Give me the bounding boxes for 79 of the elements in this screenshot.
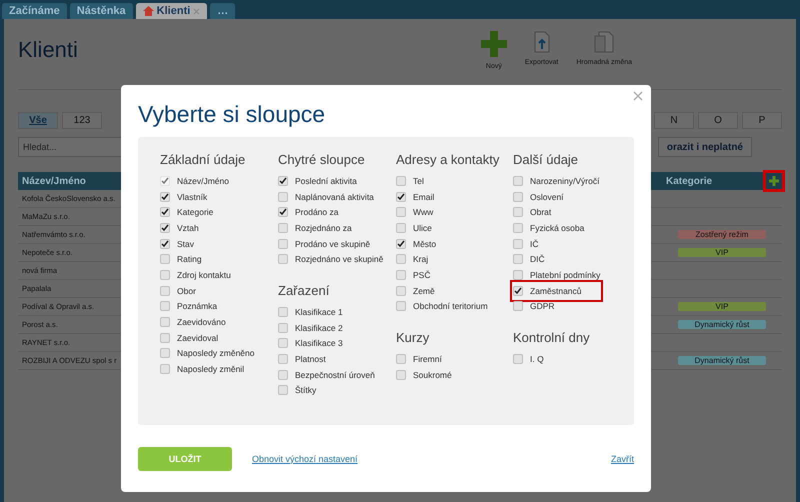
column-option[interactable]: Zdroj kontaktu (160, 267, 231, 283)
tab[interactable]: Nástěnka (70, 3, 133, 19)
column-option[interactable]: Vlastník (160, 188, 208, 204)
column-option[interactable]: Vztah (160, 220, 199, 236)
close-icon[interactable] (633, 91, 643, 101)
column-option[interactable]: Kraj (396, 251, 428, 268)
column-option[interactable]: Platební podmínky (513, 267, 600, 283)
column-option[interactable]: Obchodní teritorium (396, 298, 488, 314)
column-header[interactable]: Kategorie (666, 176, 736, 186)
column-option[interactable]: PSČ (396, 267, 430, 283)
group-title: Zařazení (278, 283, 330, 298)
column-option[interactable]: Tel (396, 173, 424, 189)
column-option[interactable]: Zaevidováno (160, 314, 226, 330)
close-icon[interactable] (193, 8, 200, 14)
column-option[interactable]: Poslední aktivita (278, 173, 357, 189)
column-option[interactable]: Naplánovaná aktivita (278, 188, 374, 204)
letter-filter[interactable]: 123 (62, 112, 102, 129)
column-option[interactable]: Stav (160, 236, 194, 252)
column-option[interactable]: Www (396, 204, 434, 220)
category-tag: Dynamický růst (678, 320, 766, 329)
document-upload-icon (534, 31, 550, 53)
column-option[interactable]: Naposledy změnil (160, 361, 244, 377)
tab[interactable]: Začínáme (2, 3, 67, 19)
column-option[interactable]: Město (396, 236, 436, 252)
column-option[interactable]: Narozeniny/Výročí (513, 173, 600, 189)
category-tag: VIP (678, 302, 766, 311)
group-title: Chytré sloupce (278, 152, 366, 167)
column-option[interactable]: Fyzická osoba (513, 220, 584, 236)
column-option[interactable]: Zaevidoval (160, 330, 218, 346)
documents-icon (594, 31, 614, 53)
add-column-button[interactable] (766, 173, 782, 189)
column-header[interactable]: Název/Jméno (22, 176, 86, 186)
letter-filter[interactable]: P (742, 112, 782, 129)
column-option[interactable]: Štítky (278, 382, 316, 398)
column-option[interactable]: Klasifikace 2 (278, 320, 343, 336)
group-title: Adresy a kontakty (396, 152, 500, 167)
column-option[interactable]: Firemní (396, 351, 442, 367)
home-icon (142, 6, 154, 16)
highlighted-option[interactable]: Zaměstnanců (513, 282, 600, 298)
column-option[interactable]: Email (396, 188, 434, 204)
column-option[interactable]: Klasifikace 3 (278, 336, 343, 352)
category-tag: Dynamický růst (678, 356, 766, 365)
column-option[interactable]: Rozjednáno ve skupině (278, 251, 384, 268)
group-title: Další údaje (513, 152, 580, 167)
category-tag: Zostřený režim (678, 230, 766, 239)
plus-icon (769, 176, 779, 186)
column-option[interactable]: Oslovení (513, 188, 564, 204)
reset-link[interactable]: Obnovit výchozí nastavení (252, 454, 358, 464)
letter-filter[interactable]: N (654, 112, 694, 129)
column-option[interactable]: Prodáno za (278, 204, 338, 220)
tab[interactable]: … (210, 3, 236, 19)
column-option[interactable]: Soukromé (396, 366, 452, 383)
column-option[interactable]: GDPR (513, 298, 555, 314)
column-option[interactable]: Poznámka (160, 298, 218, 314)
checkbox[interactable] (160, 222, 170, 233)
column-option[interactable]: I. Q (513, 351, 544, 367)
tab[interactable]: Klienti (136, 3, 208, 19)
column-option[interactable]: Bezpečnostní úroveň (278, 366, 375, 383)
plus-icon (480, 31, 507, 57)
column-option[interactable]: Rozjednáno za (278, 220, 352, 236)
column-option[interactable]: DIČ (513, 251, 545, 268)
column-option[interactable]: Prodáno ve skupině (278, 236, 370, 252)
page-title: Klienti (18, 37, 78, 63)
column-option[interactable]: Klasifikace 1 (278, 304, 343, 320)
column-option[interactable]: Rating (160, 251, 202, 268)
column-option[interactable]: Země (396, 282, 435, 298)
category-tag: VIP (678, 248, 766, 257)
column-option[interactable]: Naposledy změněno (160, 346, 254, 362)
column-option[interactable]: Obrat (513, 204, 552, 220)
dialog-title: Vyberte si sloupce (138, 101, 326, 128)
group-title: Kurzy (396, 330, 430, 346)
column-option[interactable]: Obor (160, 282, 196, 298)
column-option[interactable]: Platnost (278, 351, 326, 367)
letter-filter[interactable]: O (698, 112, 738, 129)
column-option[interactable]: IČ (513, 236, 538, 252)
close-link[interactable]: Zavřít (610, 454, 634, 464)
column-option[interactable]: Ulice (396, 220, 432, 236)
group-title: Kontrolní dny (513, 330, 591, 346)
column-option[interactable]: Kategorie (160, 204, 214, 220)
